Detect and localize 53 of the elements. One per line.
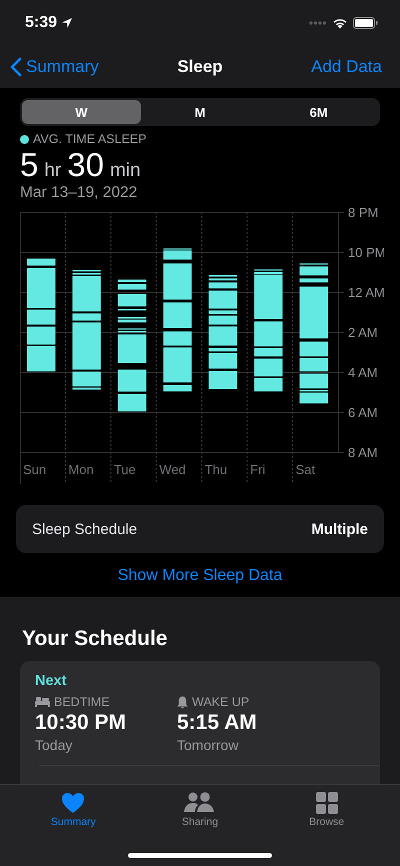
- day-label: Tue: [114, 462, 136, 477]
- signal-icon: [309, 21, 327, 25]
- schedule-day: Today: [35, 737, 177, 753]
- schedule-label: BEDTIME: [54, 695, 110, 709]
- date-range: Mar 13–19, 2022: [20, 184, 138, 202]
- day-label: Sat: [296, 462, 316, 477]
- schedule-card[interactable]: Next BEDTIME 10:30 PM Today WAKE UP 5:15 AM Tomorrow: [20, 661, 380, 784]
- axis-label: 8 PM: [348, 205, 378, 220]
- tab-item[interactable]: Sharing: [150, 791, 250, 829]
- legend-dot: [20, 134, 29, 144]
- people-icon: [184, 792, 216, 814]
- axis-label: 2 AM: [348, 325, 378, 340]
- day-label: Mon: [68, 462, 94, 477]
- tab-item[interactable]: Browse: [276, 791, 377, 829]
- duration-number: 30: [67, 146, 104, 184]
- status-time: 5:39: [25, 14, 58, 32]
- schedule-label: WAKE UP: [192, 695, 250, 709]
- tab-item[interactable]: Summary: [23, 791, 124, 829]
- day-label: Wed: [159, 462, 186, 477]
- heart-icon: [61, 792, 86, 814]
- duration-unit: hr: [44, 160, 62, 182]
- day-label: Fri: [250, 462, 266, 477]
- location-arrow-icon: [61, 17, 74, 29]
- duration-number: 5: [20, 146, 38, 184]
- schedule-time: 5:15 AM: [177, 711, 258, 735]
- wifi-icon: [332, 17, 348, 29]
- legend-label: AVG. TIME ASLEEP: [33, 132, 146, 146]
- day-label: Sun: [23, 462, 46, 477]
- axis-label: 4 AM: [348, 365, 378, 380]
- axis-label: 6 AM: [348, 405, 378, 420]
- bell-icon: [177, 696, 188, 708]
- row-label: Sleep Schedule: [32, 520, 138, 538]
- schedule-time: 10:30 PM: [35, 711, 128, 735]
- range-tab[interactable]: W: [22, 100, 141, 124]
- section-title: Your Schedule: [22, 627, 168, 651]
- row-value: Multiple: [311, 520, 368, 538]
- battery-icon: [353, 17, 378, 29]
- back-chevron-icon: [10, 57, 22, 77]
- range-tab[interactable]: 6M: [259, 100, 378, 124]
- sleep-schedule-row[interactable]: Sleep Schedule Multiple: [16, 505, 384, 553]
- grid-icon: [316, 792, 338, 814]
- show-more-link[interactable]: Show More Sleep Data: [118, 567, 282, 585]
- duration-unit: min: [110, 160, 141, 182]
- next-label: Next: [35, 673, 68, 689]
- day-label: Thu: [204, 462, 228, 477]
- axis-label: 8 AM: [348, 445, 378, 460]
- page-title: Sleep: [177, 57, 223, 77]
- bed-icon: [35, 697, 50, 707]
- back-link[interactable]: Summary: [10, 57, 99, 77]
- add-data-link[interactable]: Add Data: [311, 57, 382, 77]
- range-tab[interactable]: M: [140, 100, 260, 124]
- schedule-day: Tomorrow: [177, 737, 319, 753]
- axis-label: 12 AM: [348, 285, 384, 300]
